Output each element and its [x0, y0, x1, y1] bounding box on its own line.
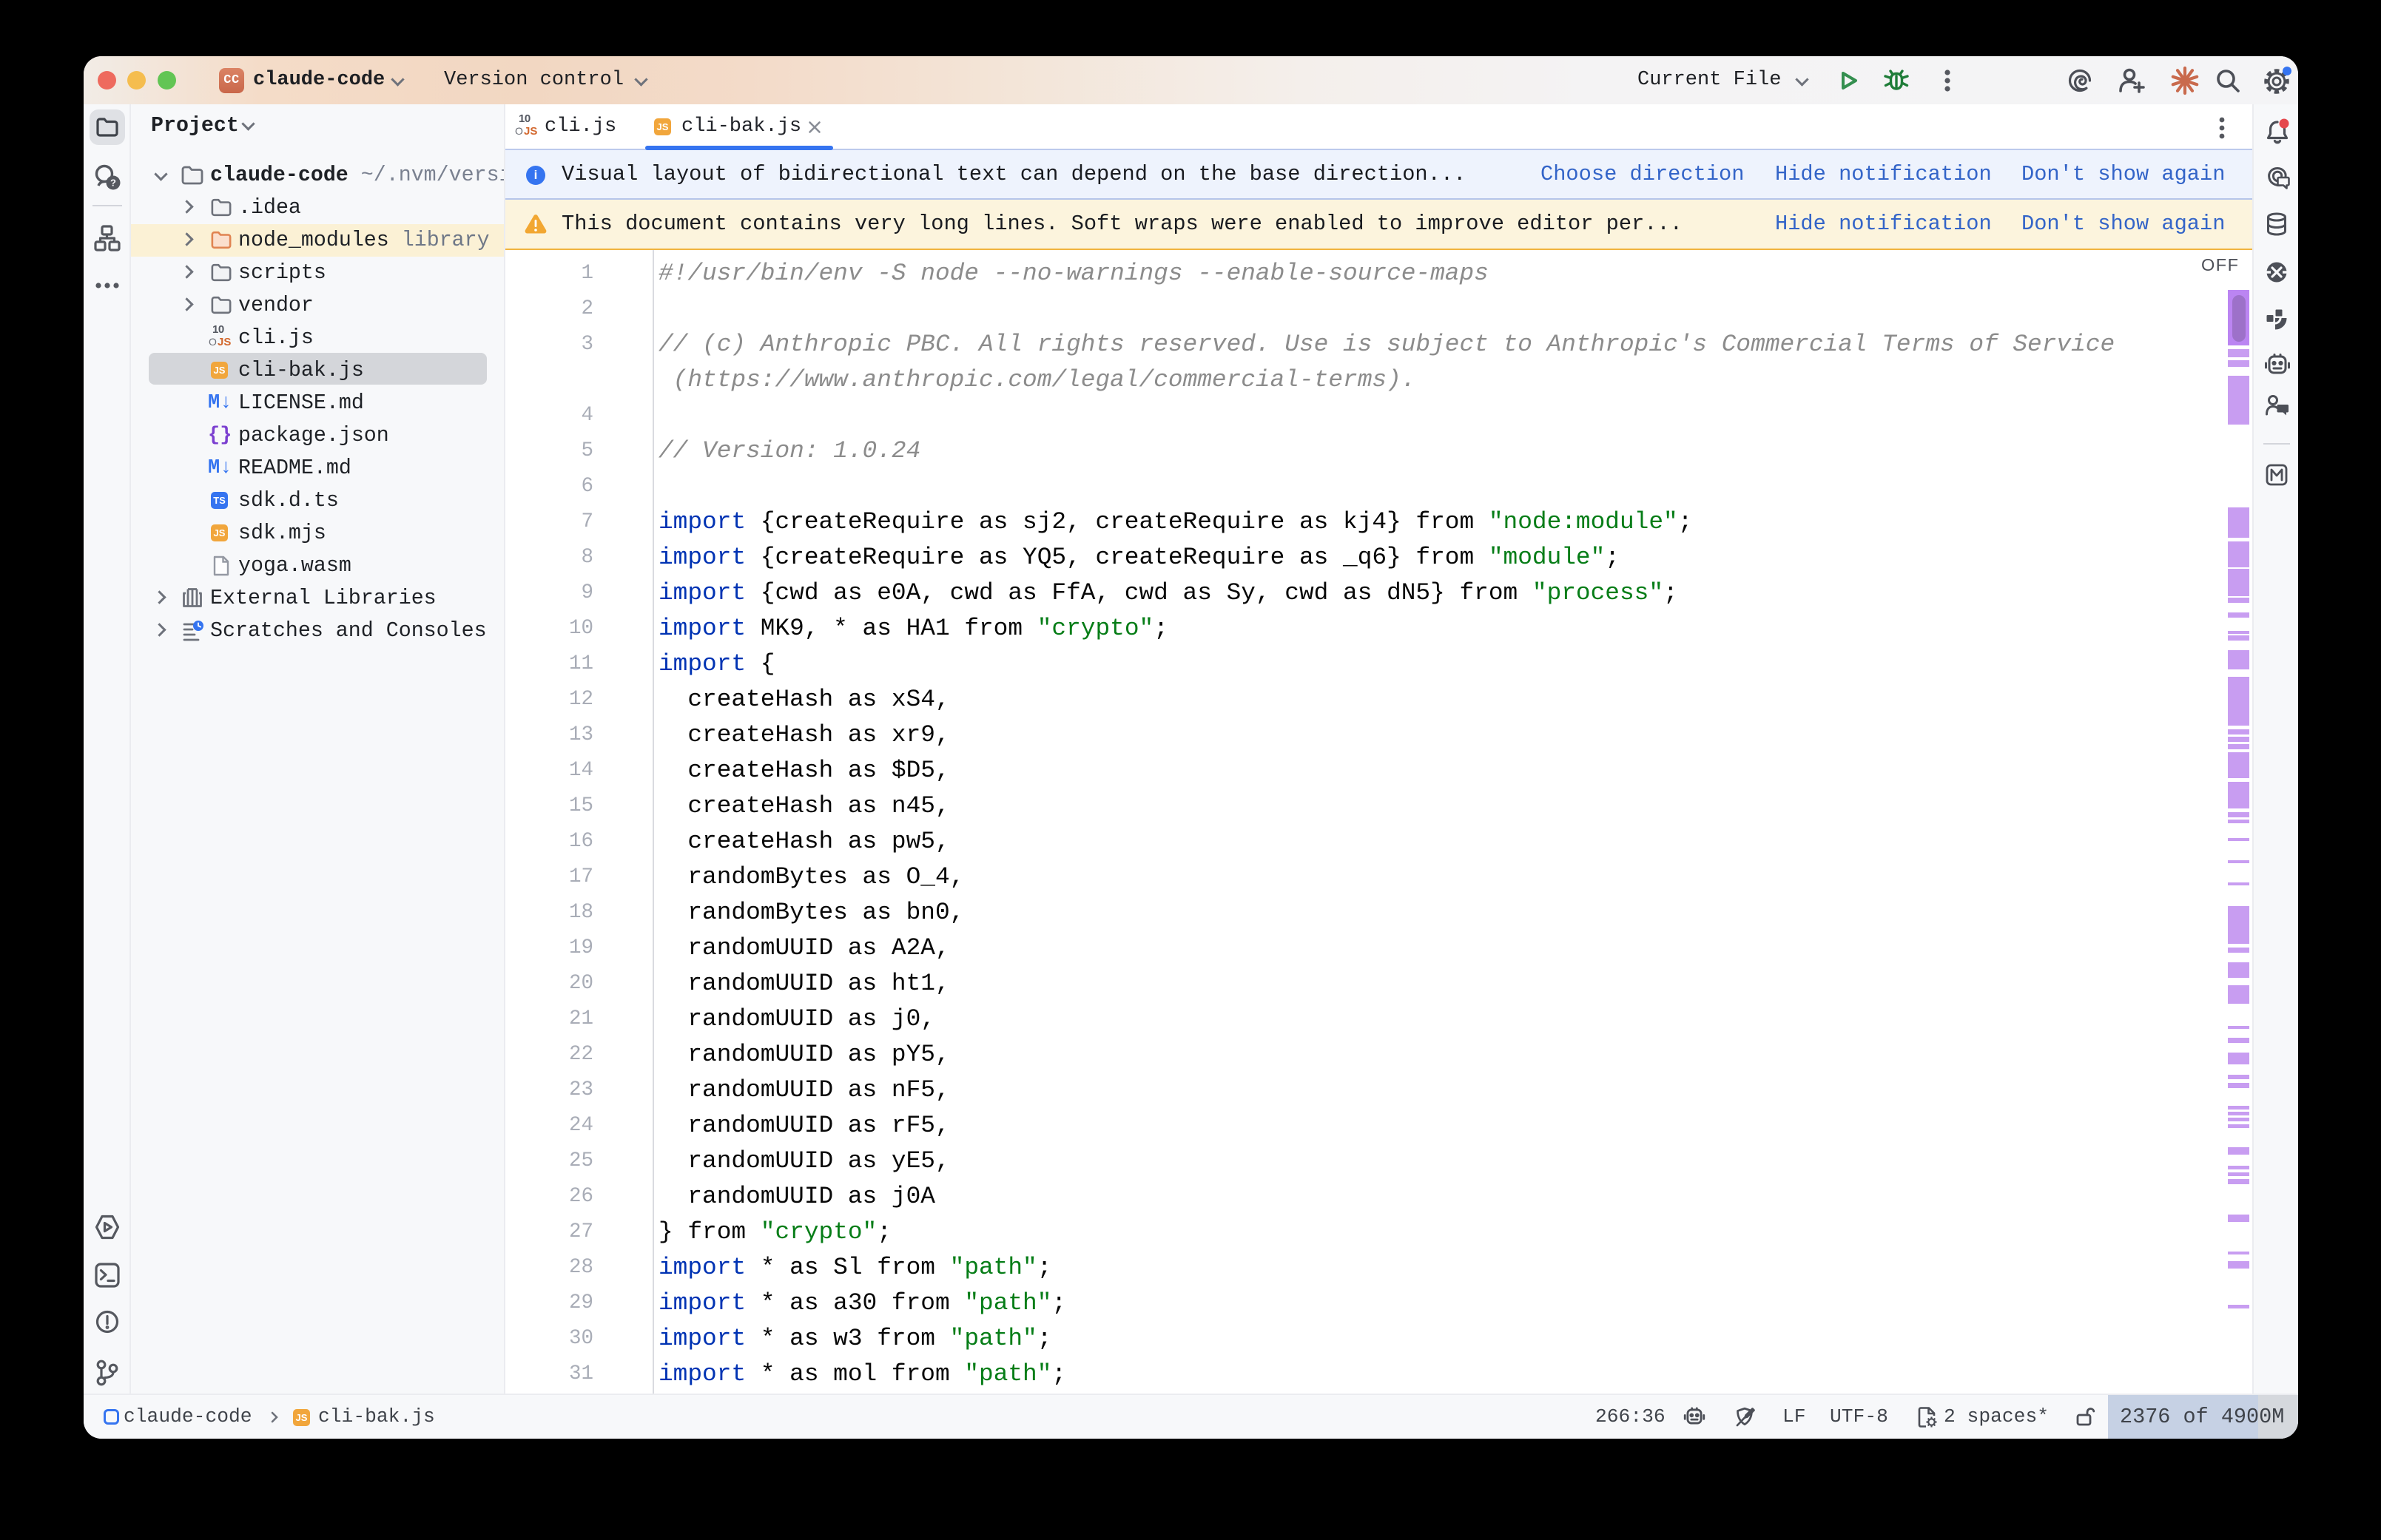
- svg-text:?: ?: [110, 178, 116, 189]
